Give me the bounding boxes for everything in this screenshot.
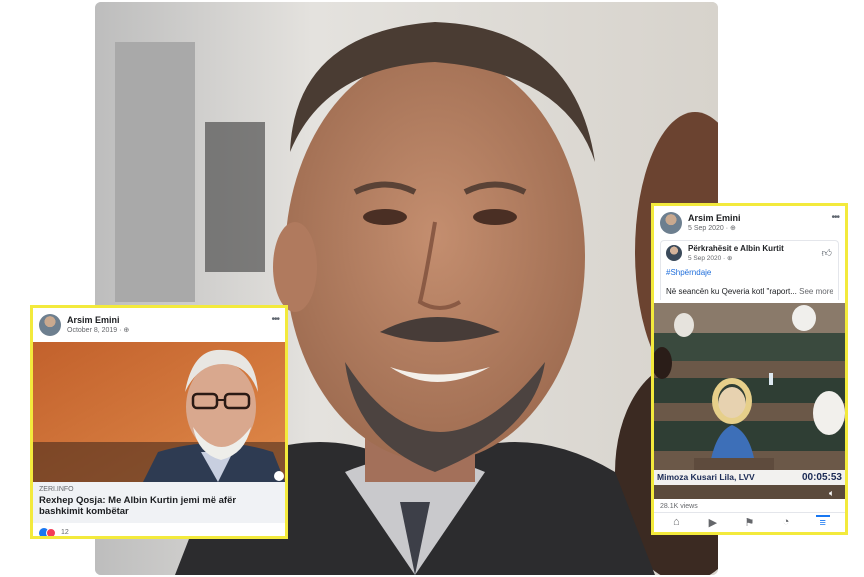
post-date-text[interactable]: 5 Sep 2020 ·	[688, 225, 730, 232]
avatar[interactable]	[660, 212, 682, 234]
see-more-link[interactable]: See more	[799, 287, 833, 296]
speaker-name: Mimoza Kusari Lila, LVV	[657, 472, 755, 483]
reaction-count: 12	[61, 529, 69, 537]
flag-icon[interactable]: ⚑	[742, 515, 756, 529]
globe-icon: ⊕	[730, 224, 736, 232]
post-header: Arsim Emini October 8, 2019 · ⊕ •••	[33, 308, 285, 338]
article-image[interactable]	[33, 342, 285, 482]
link-domain: ZERI.INFO	[39, 486, 74, 493]
post-date-text[interactable]: October 8, 2019 ·	[67, 327, 123, 334]
home-icon[interactable]: ⌂	[669, 515, 683, 529]
post-date: October 8, 2019 · ⊕	[67, 327, 129, 335]
video-timestamp: 00:05:53	[801, 471, 842, 483]
page-block: Përkrahësit e Albin Kurtit 5 Sep 2020 · …	[688, 244, 784, 262]
more-options-icon[interactable]: •••	[271, 314, 279, 325]
bell-icon[interactable]: ◔	[779, 515, 793, 529]
menu-icon[interactable]: ≡	[815, 515, 830, 529]
author-name[interactable]: Arsim Emini	[67, 315, 129, 326]
globe-icon: ⊕	[123, 326, 130, 334]
view-count: 28.1K views	[660, 502, 698, 510]
volume-icon[interactable]: 🔈︎	[829, 488, 839, 498]
author-block: Arsim Emini October 8, 2019 · ⊕	[67, 315, 129, 335]
avatar[interactable]	[39, 314, 61, 336]
shared-post-date-text[interactable]: 5 Sep 2020 ·	[688, 255, 727, 262]
link-title[interactable]: Rexhep Qosja: Me Albin Kurtin jemi më af…	[39, 495, 279, 518]
post-text-body: Në seancën ku Qeveria kotl "raport...	[666, 286, 797, 296]
love-icon	[46, 527, 56, 536]
page-name[interactable]: Përkrahësit e Albin Kurtit	[688, 244, 784, 254]
link-preview[interactable]: ZERI.INFO Rexhep Qosja: Me Albin Kurtin …	[33, 482, 285, 523]
author-name[interactable]: Arsim Emini	[688, 213, 741, 224]
post-header: Arsim Emini 5 Sep 2020 · ⊕ •••	[654, 206, 845, 236]
post-date: 5 Sep 2020 · ⊕	[688, 225, 741, 233]
globe-icon: ⊕	[727, 254, 733, 262]
shared-post-header: Përkrahësit e Albin Kurtit 5 Sep 2020 · …	[666, 244, 833, 262]
page-avatar[interactable]	[666, 245, 682, 262]
video-lower-third: Mimoza Kusari Lila, LVV 00:05:53	[654, 469, 845, 485]
shared-post: Përkrahësit e Albin Kurtit 5 Sep 2020 · …	[660, 240, 839, 300]
post-text: Në seancën ku Qeveria kotl "raport... Se…	[666, 287, 833, 296]
video-icon[interactable]: ▶	[706, 515, 720, 529]
hashtag-link[interactable]: #Shpërndaje	[666, 268, 833, 277]
shared-post-date: 5 Sep 2020 · ⊕	[688, 255, 784, 262]
thumbs-up-icon[interactable]: 👍︎	[822, 247, 832, 259]
bottom-nav: ⌂ ▶ ⚑ ◔ ≡	[654, 511, 845, 532]
video-player[interactable]: Mimoza Kusari Lila, LVV 00:05:53 🔈︎	[654, 302, 845, 499]
author-block: Arsim Emini 5 Sep 2020 · ⊕	[688, 213, 741, 233]
collage: Arsim Emini October 8, 2019 · ⊕ ••• ZERI…	[0, 0, 864, 577]
reaction-bar[interactable]: 12	[33, 523, 285, 537]
facebook-post-right: Arsim Emini 5 Sep 2020 · ⊕ ••• Përkrahës…	[651, 203, 848, 535]
facebook-post-left: Arsim Emini October 8, 2019 · ⊕ ••• ZERI…	[30, 305, 288, 539]
more-options-icon[interactable]: •••	[831, 212, 839, 223]
